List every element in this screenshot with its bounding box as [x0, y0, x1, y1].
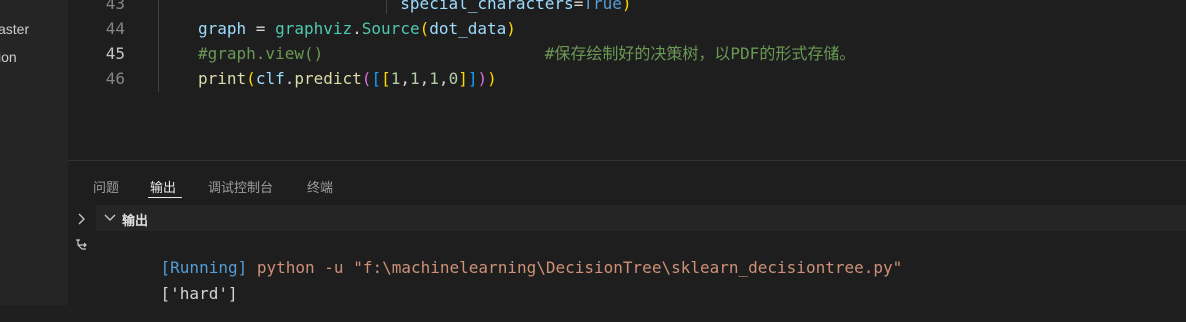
- code-token: clf: [255, 69, 285, 88]
- filter-icon[interactable]: [74, 237, 90, 253]
- code-content: print(clf.predict([[1,1,1,0]])): [198, 66, 497, 91]
- code-token: [: [381, 69, 391, 88]
- tab-terminal[interactable]: 终端: [307, 177, 333, 196]
- output-title: 输出: [122, 213, 149, 228]
- code-token: #graph.view() #保存绘制好的决策树，以PDF的形式存储。: [198, 44, 856, 63]
- tab-debug-console[interactable]: 调试控制台: [208, 177, 273, 196]
- code-content: graph = graphviz.Source(dot_data): [198, 16, 516, 41]
- code-token: graph: [198, 19, 247, 38]
- sidebar-item-0[interactable]: aster: [0, 21, 29, 37]
- code-token: 1: [429, 69, 439, 88]
- code-token: (: [419, 19, 430, 38]
- code-token: print: [198, 69, 247, 88]
- code-editor[interactable]: 43 special_characters=True) 44 graph = g…: [68, 0, 1186, 160]
- code-line-44[interactable]: 44 graph = graphviz.Source(dot_data): [68, 16, 1186, 41]
- line-number: 43: [105, 0, 125, 13]
- code-token: .: [352, 19, 362, 38]
- code-token: special_characters: [198, 0, 574, 13]
- code-token: ): [621, 0, 632, 13]
- code-token: 1: [390, 69, 401, 88]
- code-token: ,: [419, 69, 430, 88]
- code-token: (: [361, 69, 372, 88]
- code-token: True: [583, 0, 622, 13]
- code-token: ): [477, 69, 488, 88]
- run-command: python -u "f:\machinelearning\DecisionTr…: [247, 258, 903, 277]
- output-header[interactable]: 输出: [96, 205, 1186, 231]
- chevron-right-icon[interactable]: [77, 213, 87, 225]
- code-line-43[interactable]: 43 special_characters=True): [68, 0, 1186, 16]
- code-token: ): [487, 69, 497, 88]
- code-token: graphviz: [275, 19, 353, 38]
- run-result: ['hard']: [160, 284, 238, 303]
- sidebar-item-1[interactable]: ion: [0, 49, 17, 65]
- code-token: =: [246, 19, 276, 38]
- code-token: predict: [294, 69, 362, 88]
- code-token: 0: [448, 69, 459, 88]
- active-tab-indicator: [148, 197, 182, 198]
- output-line-running: [Running] python -u "f:\machinelearning\…: [122, 239, 903, 296]
- bottom-panel: 问题 输出 调试控制台 终端 输出 [Running] python -u "f…: [68, 160, 1186, 306]
- code-token: [: [371, 69, 382, 88]
- code-content: #graph.view() #保存绘制好的决策树，以PDF的形式存储。: [198, 41, 855, 66]
- code-token: dot_data: [429, 19, 507, 38]
- code-token: ,: [400, 69, 410, 88]
- code-token: ,: [438, 69, 449, 88]
- code-token: .: [284, 69, 295, 88]
- code-token: =: [573, 0, 584, 13]
- line-number: 45: [105, 44, 125, 63]
- code-token: Source: [361, 19, 420, 38]
- panel-side-toolbar: [68, 205, 96, 306]
- code-line-46[interactable]: 46 print(clf.predict([[1,1,1,0]])): [68, 66, 1186, 91]
- line-number: 44: [105, 19, 125, 38]
- tab-output[interactable]: 输出: [150, 177, 176, 196]
- code-token: ]: [458, 69, 468, 88]
- code-line-45[interactable]: 45 #graph.view() #保存绘制好的决策树，以PDF的形式存储。: [68, 41, 1186, 66]
- code-token: (: [246, 69, 256, 88]
- code-token: 1: [410, 69, 420, 88]
- code-token: ): [506, 19, 516, 38]
- line-number: 46: [105, 69, 125, 88]
- tab-problems[interactable]: 问题: [93, 177, 119, 196]
- explorer-sidebar: aster ion: [0, 0, 68, 305]
- code-content: special_characters=True): [198, 0, 632, 16]
- chevron-down-icon[interactable]: [104, 213, 116, 223]
- output-line-result: ['hard']: [122, 265, 238, 322]
